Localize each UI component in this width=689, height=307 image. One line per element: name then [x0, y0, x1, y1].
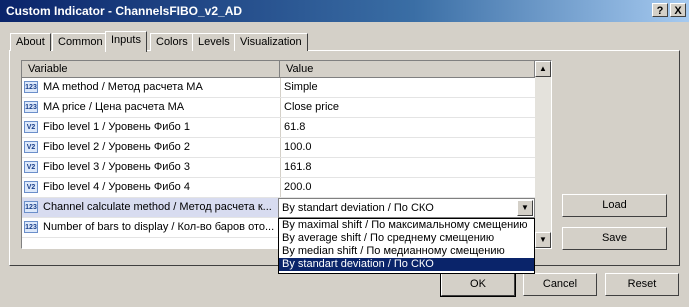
table-row[interactable]: V2 Fibo level 3 / Уровень Фибо 3 161.8: [22, 158, 535, 178]
combo-value: By standart deviation / По СКО: [282, 202, 434, 214]
double-type-icon: V2: [24, 161, 38, 173]
double-type-icon: V2: [24, 121, 38, 133]
variable-name: Fibo level 1 / Уровень Фибо 1: [43, 121, 190, 133]
variable-value[interactable]: Simple: [280, 78, 535, 97]
channel-method-combo[interactable]: By standart deviation / По СКО ▼: [278, 198, 535, 218]
variable-name: MA price / Цена расчета МА: [43, 101, 185, 113]
cancel-button[interactable]: Cancel: [523, 273, 597, 296]
variable-value[interactable]: 200.0: [280, 178, 535, 197]
chevron-down-icon[interactable]: ▼: [517, 200, 533, 216]
table-row[interactable]: V2 Fibo level 4 / Уровень Фибо 4 200.0: [22, 178, 535, 198]
reset-button[interactable]: Reset: [605, 273, 679, 296]
table-row[interactable]: V2 Fibo level 1 / Уровень Фибо 1 61.8: [22, 118, 535, 138]
table-row[interactable]: 123 MA price / Цена расчета МА Close pric…: [22, 98, 535, 118]
variable-name: Fibo level 4 / Уровень Фибо 4: [43, 181, 190, 193]
table-row[interactable]: 123 MA method / Метод расчета МА Simple: [22, 78, 535, 98]
dropdown-option[interactable]: By average shift / По среднему смещению: [279, 232, 534, 245]
variable-value[interactable]: Close price: [280, 98, 535, 117]
dropdown-option[interactable]: By median shift / По медианному смещению: [279, 245, 534, 258]
double-type-icon: V2: [24, 141, 38, 153]
tab-levels[interactable]: Levels: [192, 33, 236, 51]
tab-about[interactable]: About: [10, 33, 51, 51]
help-button[interactable]: ?: [652, 3, 668, 17]
table-row[interactable]: V2 Fibo level 2 / Уровень Фибо 2 100.0: [22, 138, 535, 158]
column-header-variable[interactable]: Variable: [22, 61, 280, 78]
variable-name: Fibo level 3 / Уровень Фибо 3: [43, 161, 190, 173]
vertical-scrollbar[interactable]: ▲ ▼: [535, 61, 551, 248]
variable-name: Number of bars to display / Кол-во баров…: [43, 221, 275, 233]
variable-name: Fibo level 2 / Уровень Фибо 2: [43, 141, 190, 153]
tab-visualization[interactable]: Visualization: [234, 33, 308, 51]
ok-button[interactable]: OK: [440, 272, 516, 297]
tab-colors[interactable]: Colors: [150, 33, 194, 51]
scroll-up-icon[interactable]: ▲: [535, 61, 551, 77]
window-title: Custom Indicator - ChannelsFIBO_v2_AD: [6, 4, 243, 18]
tab-inputs[interactable]: Inputs: [105, 31, 147, 52]
integer-type-icon: 123: [24, 201, 38, 213]
channel-method-dropdown: By maximal shift / По максимальному смещ…: [278, 218, 535, 274]
scroll-down-icon[interactable]: ▼: [535, 232, 551, 248]
double-type-icon: V2: [24, 181, 38, 193]
variable-name: MA method / Метод расчета МА: [43, 81, 203, 93]
dropdown-option-selected[interactable]: By standart deviation / По СКО: [279, 258, 534, 271]
variable-value[interactable]: 161.8: [280, 158, 535, 177]
integer-type-icon: 123: [24, 81, 38, 93]
variable-value[interactable]: 100.0: [280, 138, 535, 157]
title-bar: Custom Indicator - ChannelsFIBO_v2_AD ? …: [0, 0, 689, 22]
dropdown-option[interactable]: By maximal shift / По максимальному смещ…: [279, 219, 534, 232]
save-button[interactable]: Save: [562, 227, 667, 250]
load-button[interactable]: Load: [562, 194, 667, 217]
integer-type-icon: 123: [24, 101, 38, 113]
close-button[interactable]: X: [670, 3, 686, 17]
tab-common[interactable]: Common: [52, 33, 109, 51]
variable-name: Channel calculate method / Метод расчета…: [43, 201, 272, 213]
column-header-value[interactable]: Value: [280, 61, 535, 78]
integer-type-icon: 123: [24, 221, 38, 233]
variable-value[interactable]: 61.8: [280, 118, 535, 137]
